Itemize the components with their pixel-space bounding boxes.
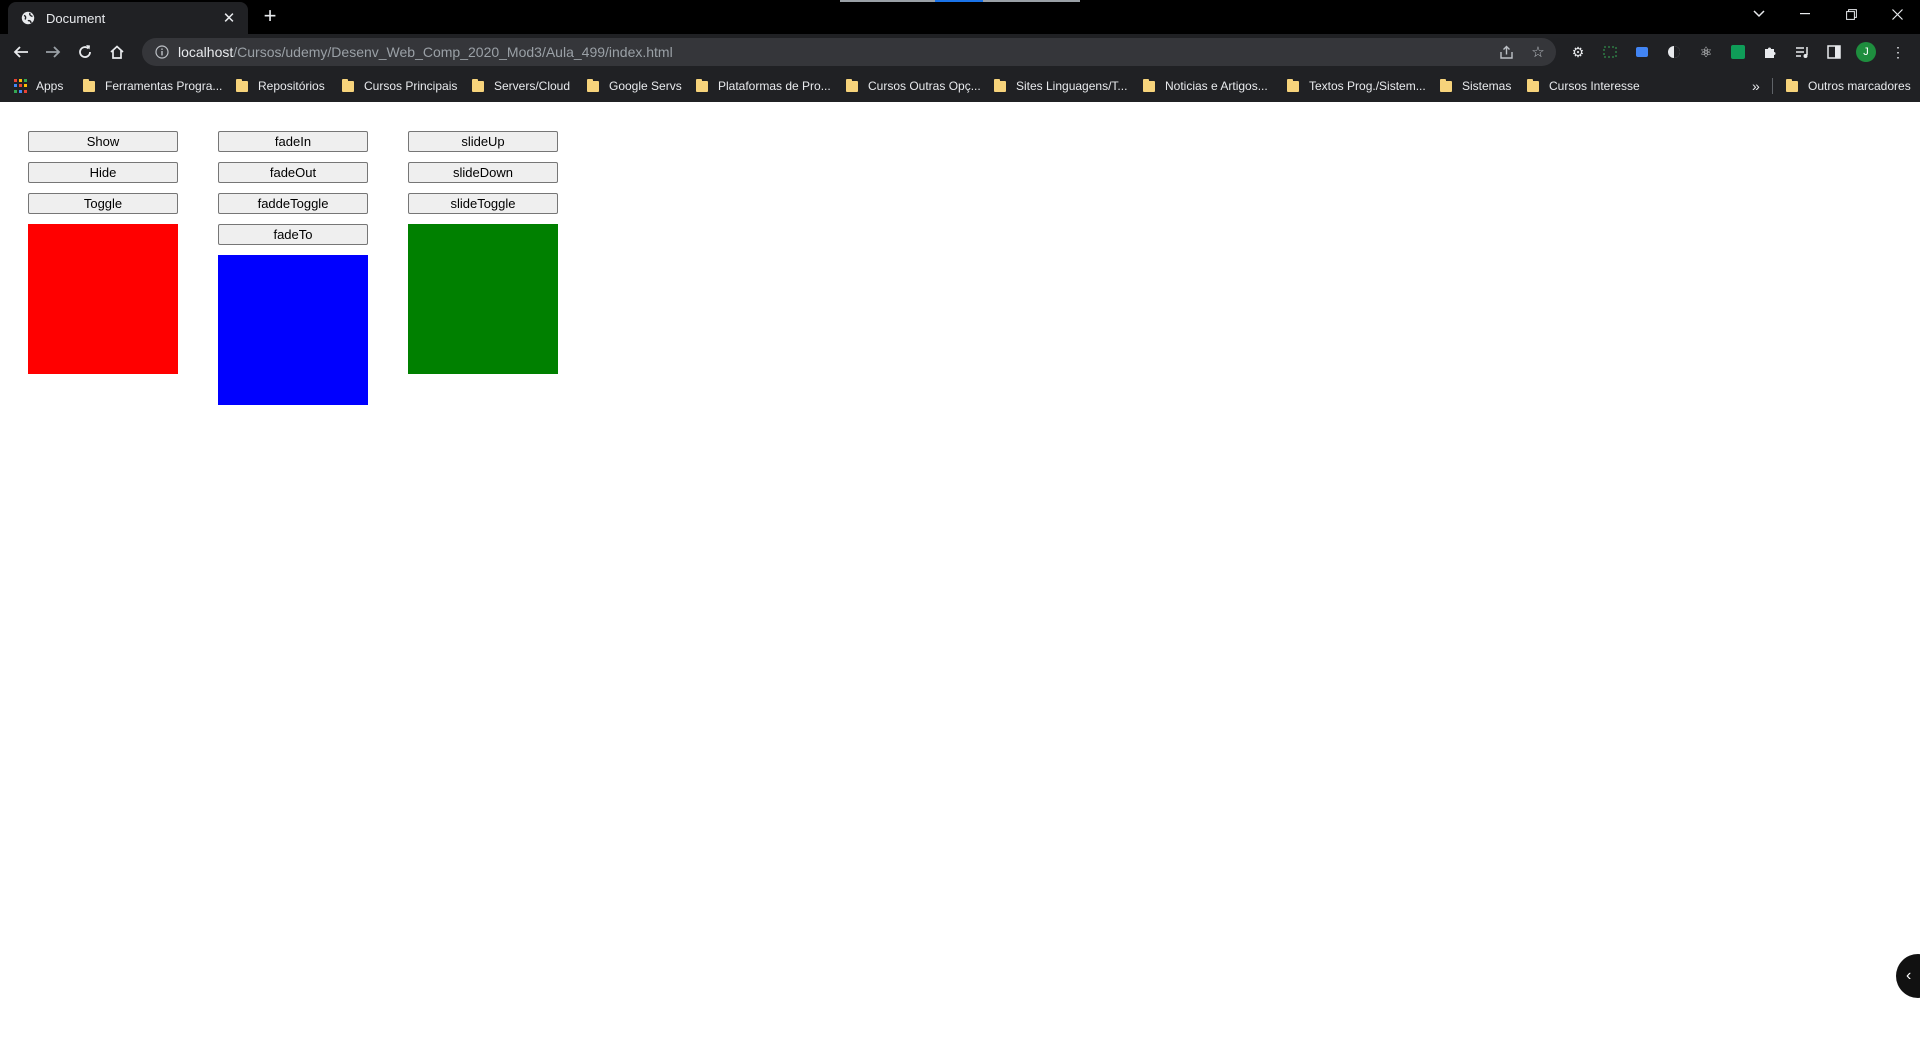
title-bar-indicator-accent (935, 0, 983, 2)
profile-avatar[interactable]: J (1854, 40, 1878, 64)
folder-icon (846, 78, 858, 92)
bookmark-label: Noticias e Artigos... (1165, 79, 1268, 93)
fadeto-button[interactable]: fadeTo (218, 224, 368, 245)
bookmark-folder[interactable]: Sites Linguagens/T... (994, 70, 1127, 102)
toggle-button[interactable]: Toggle (28, 193, 178, 214)
hide-button[interactable]: Hide (28, 162, 178, 183)
bookmark-label: Sistemas (1462, 79, 1512, 93)
tab-strip: Document ✕ + (0, 0, 1920, 34)
folder-icon (472, 78, 484, 92)
folder-icon (1786, 78, 1798, 92)
bookmark-other[interactable]: Outros marcadores (1786, 70, 1911, 102)
slidedown-button[interactable]: slideDown (408, 162, 558, 183)
bookmark-label: Plataformas de Pro... (718, 79, 831, 93)
apps-grid-icon (14, 79, 28, 93)
bookmark-folder[interactable]: Sistemas (1440, 70, 1511, 102)
bookmark-folder[interactable]: Plataformas de Pro... (696, 70, 831, 102)
bookmark-folder[interactable]: Cursos Interesse (1527, 70, 1640, 102)
folder-icon (587, 78, 599, 92)
folder-icon (1527, 78, 1539, 92)
page-content: Show Hide Toggle fadeIn fadeOut faddeTog… (0, 102, 1920, 1040)
slide-column: slideUp slideDown slideToggle (408, 131, 558, 374)
bookmark-apps[interactable]: Apps (14, 70, 63, 102)
green-extension-icon[interactable] (1726, 40, 1750, 64)
slideup-button[interactable]: slideUp (408, 131, 558, 152)
close-icon[interactable]: ✕ (220, 9, 238, 27)
bookmark-folder[interactable]: Repositórios (236, 70, 325, 102)
kebab-menu-icon[interactable]: ⋮ (1886, 40, 1910, 64)
bookmarks-divider (1772, 78, 1773, 94)
bookmark-folder[interactable]: Cursos Outras Opç... (846, 70, 981, 102)
folder-icon (1287, 78, 1299, 92)
bookmark-folder[interactable]: Google Servs (587, 70, 682, 102)
avatar-initial: J (1856, 42, 1876, 62)
new-tab-button[interactable]: + (258, 5, 282, 29)
settings-gear-icon[interactable]: ⚙ (1566, 40, 1590, 64)
info-icon[interactable] (154, 44, 170, 60)
bookmark-label: Textos Prog./Sistem... (1309, 79, 1426, 93)
browser-toolbar: localhost/Cursos/udemy/Desenv_Web_Comp_2… (0, 34, 1920, 70)
restore-icon[interactable] (1828, 0, 1874, 28)
fadein-button[interactable]: fadeIn (218, 131, 368, 152)
address-bar[interactable]: localhost/Cursos/udemy/Desenv_Web_Comp_2… (142, 38, 1556, 66)
media-queue-icon[interactable] (1790, 40, 1814, 64)
screenshot-extension-icon[interactable] (1598, 40, 1622, 64)
bookmark-label: Outros marcadores (1808, 79, 1911, 93)
show-hide-column: Show Hide Toggle (28, 131, 178, 374)
fadetoggle-button[interactable]: faddeToggle (218, 193, 368, 214)
slidetoggle-button[interactable]: slideToggle (408, 193, 558, 214)
folder-icon (1440, 78, 1452, 92)
react-devtools-icon[interactable]: ⚛ (1694, 40, 1718, 64)
url-path: /Cursos/udemy/Desenv_Web_Comp_2020_Mod3/… (233, 44, 673, 60)
tab-title: Document (46, 10, 106, 26)
bookmark-label: Apps (36, 79, 64, 93)
folder-icon (342, 78, 354, 92)
folder-icon (236, 78, 248, 92)
share-icon[interactable] (1494, 40, 1518, 64)
reload-icon[interactable] (71, 38, 99, 66)
chevron-left-icon: ‹ (1906, 967, 1912, 984)
tab-search-icon[interactable] (1736, 0, 1782, 28)
blue-box (218, 255, 368, 405)
bookmarks-overflow-button[interactable]: » (1752, 70, 1760, 102)
bookmarks-bar: Apps Ferramentas Progra... Repositórios … (0, 70, 1920, 102)
translate-extension-icon[interactable] (1630, 40, 1654, 64)
folder-icon (696, 78, 708, 92)
bookmark-label: Google Servs (609, 79, 682, 93)
fade-column: fadeIn fadeOut faddeToggle fadeTo (218, 131, 368, 405)
bookmark-label: Servers/Cloud (494, 79, 571, 93)
folder-icon (1143, 78, 1155, 92)
bookmark-folder[interactable]: Ferramentas Progra... (83, 70, 222, 102)
contrast-extension-icon[interactable] (1662, 40, 1686, 64)
url-host: localhost (178, 44, 234, 60)
bookmark-folder[interactable]: Noticias e Artigos... (1143, 70, 1268, 102)
bookmark-label: Ferramentas Progra... (105, 79, 223, 93)
folder-icon (994, 78, 1006, 92)
close-window-icon[interactable] (1874, 0, 1920, 28)
bookmark-folder[interactable]: Textos Prog./Sistem... (1287, 70, 1426, 102)
floating-chevron-button[interactable]: ‹ (1896, 954, 1920, 998)
back-arrow-icon[interactable] (7, 38, 35, 66)
bookmark-folder[interactable]: Cursos Principais (342, 70, 457, 102)
bookmark-label: Cursos Principais (364, 79, 458, 93)
bookmark-label: Repositórios (258, 79, 325, 93)
bookmark-label: Sites Linguagens/T... (1016, 79, 1128, 93)
side-panel-icon[interactable] (1822, 40, 1846, 64)
folder-icon (83, 78, 95, 92)
minimize-icon[interactable] (1782, 0, 1828, 28)
bookmark-label: Cursos Interesse (1549, 79, 1640, 93)
tab-document[interactable]: Document ✕ (8, 2, 248, 34)
bookmark-label: Cursos Outras Opç... (868, 79, 981, 93)
green-box (408, 224, 558, 374)
browser-chrome: Document ✕ + localhost /Cursos/udemy/Des… (0, 0, 1920, 102)
home-icon[interactable] (103, 38, 131, 66)
fadeout-button[interactable]: fadeOut (218, 162, 368, 183)
globe-icon (20, 10, 36, 26)
show-button[interactable]: Show (28, 131, 178, 152)
extensions-puzzle-icon[interactable] (1758, 40, 1782, 64)
red-box (28, 224, 178, 374)
bookmark-star-icon[interactable]: ☆ (1526, 40, 1550, 64)
bookmark-folder[interactable]: Servers/Cloud (472, 70, 570, 102)
forward-arrow-icon[interactable] (39, 38, 67, 66)
